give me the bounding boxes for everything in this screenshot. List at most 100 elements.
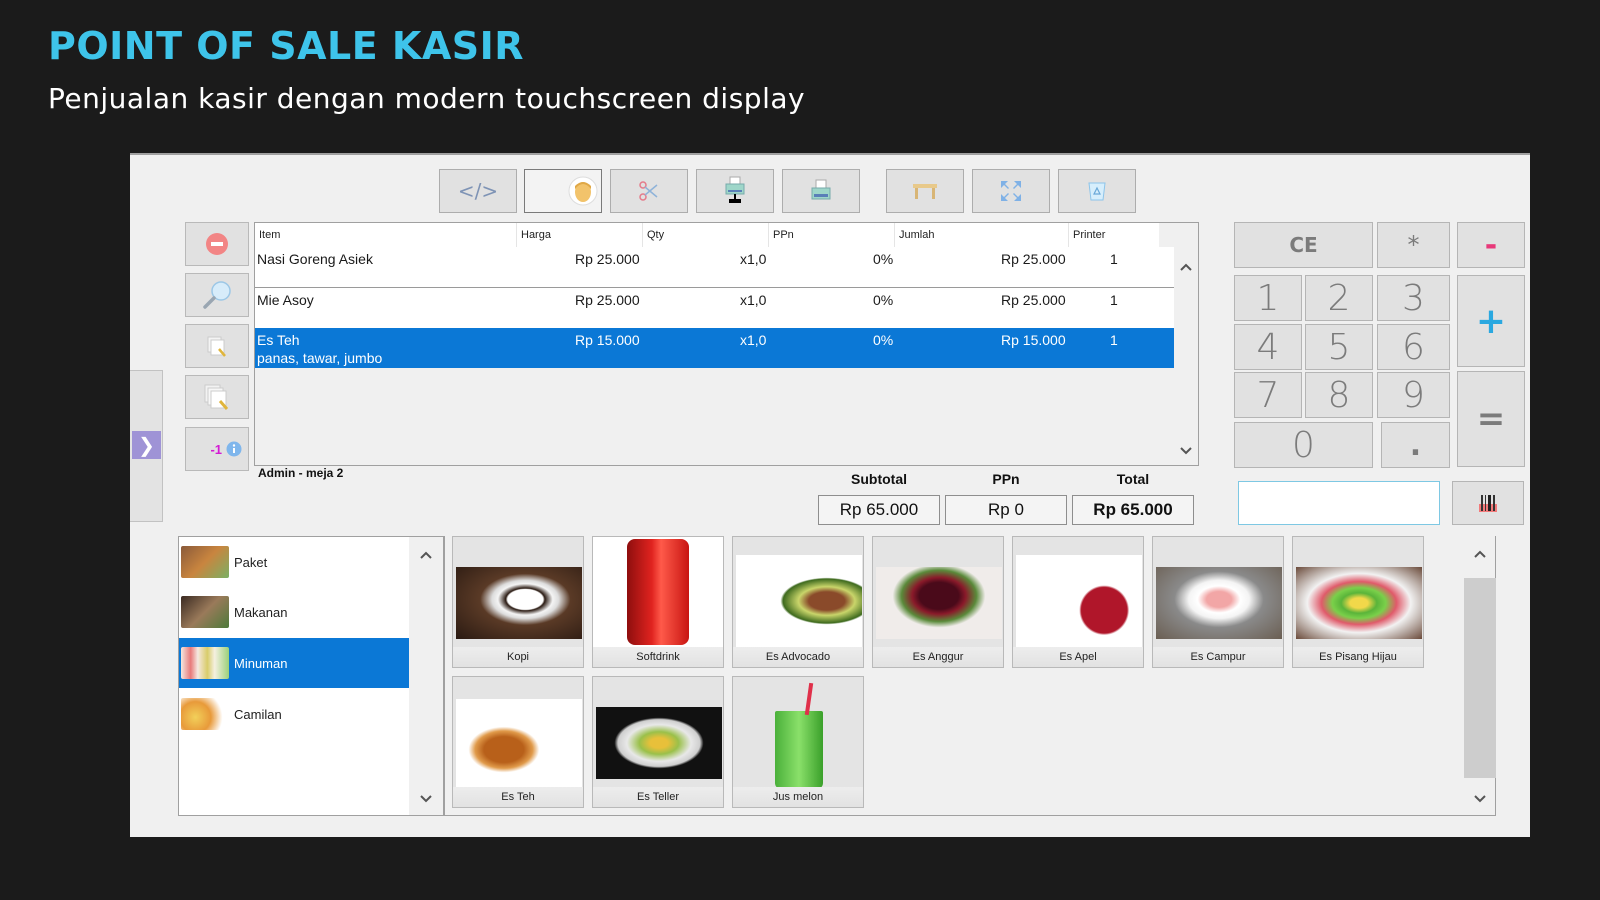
table-button[interactable] <box>886 169 964 213</box>
cell-harga: Rp 25.000 <box>575 292 640 308</box>
key-equals[interactable]: = <box>1457 371 1525 467</box>
key-5[interactable]: 5 <box>1305 324 1373 370</box>
ppn-value: Rp 0 <box>945 495 1067 525</box>
expand-panel-button[interactable]: ❯ <box>132 431 161 459</box>
col-printer[interactable]: Printer <box>1069 223 1159 247</box>
cell-printer: 1 <box>1110 292 1118 308</box>
keypad-input[interactable] <box>1238 481 1440 525</box>
key-0[interactable]: 0 <box>1234 422 1373 468</box>
chevron-up-icon[interactable] <box>414 549 438 561</box>
chevron-up-icon[interactable] <box>1174 261 1198 273</box>
delete-item-button[interactable] <box>185 222 249 266</box>
product-label: Jus melon <box>733 787 863 807</box>
col-item[interactable]: Item <box>255 223 517 247</box>
es-anggur-image <box>876 567 1002 639</box>
edit-notes-button[interactable] <box>185 375 249 419</box>
cell-jumlah: Rp 25.000 <box>1001 251 1066 267</box>
grid-scrollbar[interactable] <box>1174 247 1198 465</box>
product-label: Es Apel <box>1013 647 1143 667</box>
barcode-button[interactable] <box>1452 481 1524 525</box>
es-apel-image <box>1016 555 1142 647</box>
key-plus[interactable]: + <box>1457 275 1525 367</box>
category-label: Makanan <box>234 604 288 620</box>
code-icon: </> <box>457 179 499 203</box>
product-es-teh[interactable]: Es Teh <box>452 676 584 808</box>
category-item-paket[interactable]: Paket <box>179 537 409 587</box>
fullscreen-button[interactable] <box>972 169 1050 213</box>
key-4[interactable]: 4 <box>1234 324 1302 370</box>
product-es-apel[interactable]: Es Apel <box>1012 536 1144 668</box>
cell-printer: 1 <box>1110 251 1118 267</box>
product-grid: Kopi Softdrink Es Advocado Es Anggur Es … <box>444 536 1494 816</box>
scrollbar-thumb[interactable] <box>1464 578 1496 778</box>
key-dot[interactable]: . <box>1381 422 1450 468</box>
col-jumlah[interactable]: Jumlah <box>895 223 1069 247</box>
softdrink-image <box>627 539 689 645</box>
subtotal-value: Rp 65.000 <box>818 495 940 525</box>
print-network-button[interactable] <box>696 169 774 213</box>
decrement-qty-button[interactable]: -1 <box>185 427 249 471</box>
key-2[interactable]: 2 <box>1305 275 1373 321</box>
printer-network-icon <box>725 176 745 203</box>
key-8[interactable]: 8 <box>1305 372 1373 418</box>
category-item-minuman[interactable]: Minuman <box>179 638 409 688</box>
total-label: Total <box>1116 471 1150 487</box>
product-jus-melon[interactable]: Jus melon <box>732 676 864 808</box>
cell-qty: x1,0 <box>740 292 767 308</box>
es-advocado-image <box>736 555 862 647</box>
grid-header: Item Harga Qty PPn Jumlah Printer <box>255 223 1159 247</box>
code-button[interactable]: </> <box>439 169 517 213</box>
es-teller-image <box>596 707 722 779</box>
key-3[interactable]: 3 <box>1377 275 1450 321</box>
chevron-down-icon[interactable] <box>1174 445 1198 457</box>
table-row[interactable]: Nasi Goreng Asiek Rp 25.000 x1,0 0% Rp 2… <box>255 247 1175 287</box>
col-qty[interactable]: Qty <box>643 223 769 247</box>
product-es-advocado[interactable]: Es Advocado <box>732 536 864 668</box>
category-item-camilan[interactable]: Camilan <box>179 689 409 739</box>
cell-ppn: 0% <box>873 251 894 267</box>
category-item-makanan[interactable]: Makanan <box>179 587 409 637</box>
subheadline: Penjualan kasir dengan modern touchscree… <box>48 82 806 115</box>
cell-item: Nasi Goreng Asiek <box>257 251 373 267</box>
chevron-down-icon[interactable] <box>1468 793 1492 805</box>
category-list: Paket Makanan Minuman Camilan <box>178 536 444 816</box>
product-es-campur[interactable]: Es Campur <box>1152 536 1284 668</box>
search-item-button[interactable] <box>185 273 249 317</box>
makanan-thumbnail <box>181 596 229 628</box>
cell-qty: x1,0 <box>740 332 767 348</box>
product-scrollbar[interactable] <box>1464 536 1496 816</box>
col-ppn[interactable]: PPn <box>769 223 895 247</box>
category-scrollbar[interactable] <box>409 537 443 815</box>
edit-notes-icon <box>204 384 229 410</box>
total-value: Rp 65.000 <box>1072 495 1194 525</box>
clear-button[interactable] <box>1058 169 1136 213</box>
key-minus[interactable]: - <box>1457 222 1525 268</box>
chevron-down-icon[interactable] <box>414 793 438 805</box>
product-es-pisang-hijau[interactable]: Es Pisang Hijau <box>1292 536 1424 668</box>
key-6[interactable]: 6 <box>1377 324 1450 370</box>
product-label: Es Campur <box>1153 647 1283 667</box>
key-9[interactable]: 9 <box>1377 372 1450 418</box>
key-7[interactable]: 7 <box>1234 372 1302 418</box>
printer-icon <box>811 179 831 200</box>
key-ce[interactable]: CE <box>1234 222 1373 268</box>
col-harga[interactable]: Harga <box>517 223 643 247</box>
product-es-anggur[interactable]: Es Anggur <box>872 536 1004 668</box>
cell-ppn: 0% <box>873 332 894 348</box>
product-es-teller[interactable]: Es Teller <box>592 676 724 808</box>
table-row[interactable]: Mie Asoy Rp 25.000 x1,0 0% Rp 25.000 1 <box>255 288 1175 328</box>
cell-printer: 1 <box>1110 332 1118 348</box>
chevron-up-icon[interactable] <box>1468 548 1492 560</box>
edit-note-button[interactable] <box>185 324 249 368</box>
print-button[interactable] <box>782 169 860 213</box>
table-row-selected[interactable]: Es Teh panas, tawar, jumbo Rp 15.000 x1,… <box>255 328 1175 368</box>
product-kopi[interactable]: Kopi <box>452 536 584 668</box>
key-multiply[interactable]: * <box>1377 222 1450 268</box>
product-label: Es Pisang Hijau <box>1293 647 1423 667</box>
split-bill-button[interactable] <box>610 169 688 213</box>
barcode-icon <box>1479 495 1497 512</box>
user-button[interactable] <box>524 169 602 213</box>
key-1[interactable]: 1 <box>1234 275 1302 321</box>
product-label: Kopi <box>453 647 583 667</box>
product-softdrink[interactable]: Softdrink <box>592 536 724 668</box>
